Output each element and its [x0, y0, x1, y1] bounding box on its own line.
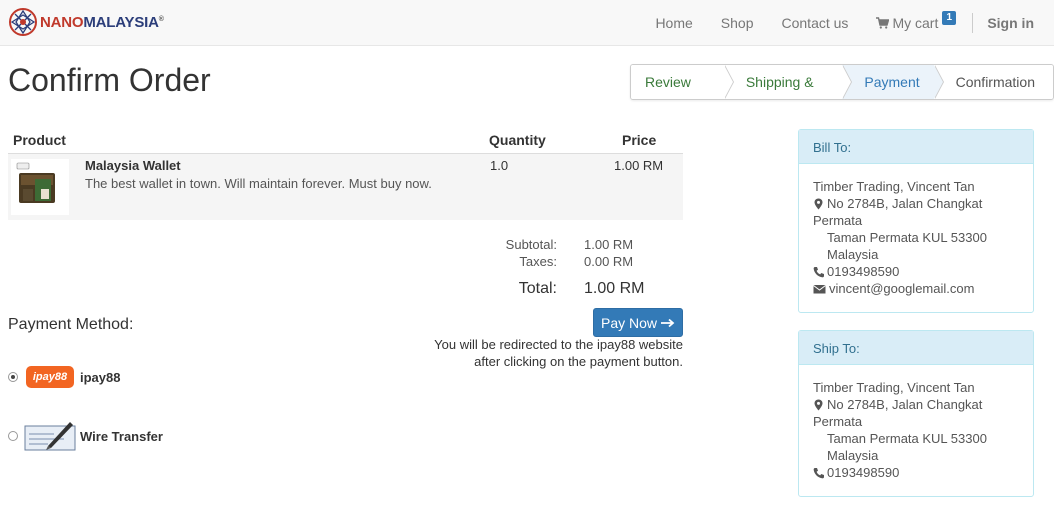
ship-to-country: Malaysia: [827, 448, 879, 463]
table-row: Malaysia Wallet The best wallet in town.…: [8, 154, 683, 220]
subtotal-row: Subtotal: 1.00 RM: [440, 237, 683, 254]
ipay88-logo: ipay88: [26, 366, 74, 388]
product-price: 1.00 RM: [614, 158, 664, 173]
brand-name-part2: MALAYSIA: [83, 13, 159, 31]
phone-icon: [813, 467, 824, 478]
product-quantity: 1.0: [490, 158, 509, 173]
payment-method-title: Payment Method:: [8, 316, 134, 333]
redirect-note: You will be redirected to the ipay88 web…: [420, 336, 683, 370]
total-label: Total:: [518, 280, 557, 297]
cart-label: My cart: [892, 15, 939, 31]
redirect-note-line1: You will be redirected to the ipay88 web…: [434, 337, 683, 352]
product-description: The best wallet in town. Will maintain f…: [85, 176, 432, 191]
step-payment[interactable]: Payment: [842, 65, 944, 99]
step-review-order[interactable]: Review Order: [631, 65, 734, 99]
ship-to-street2: Permata: [813, 414, 863, 429]
cart-count-badge: 1: [942, 11, 957, 25]
total-value: 1.00 RM: [584, 280, 645, 297]
nano-malaysia-logo-icon: [9, 8, 37, 36]
arrow-right-icon: [661, 318, 675, 327]
wire-transfer-radio[interactable]: [8, 431, 18, 441]
redirect-note-line2: after clicking on the payment button.: [474, 354, 683, 369]
product-name[interactable]: Malaysia Wallet: [85, 158, 181, 173]
ship-to-city: Taman Permata KUL 53300: [827, 431, 987, 446]
bill-to-phone: 0193498590: [827, 264, 900, 279]
ship-to-phone: 0193498590: [827, 465, 900, 480]
pay-now-label: Pay Now: [600, 314, 658, 331]
bill-to-phone-line: 0193498590: [813, 263, 1019, 280]
shopping-cart-icon: [876, 17, 890, 29]
bill-to-country: Malaysia: [827, 247, 879, 262]
payment-option-ipay88[interactable]: ipay88 ipay88: [8, 366, 120, 388]
nav-contact-link[interactable]: Contact us: [768, 15, 863, 31]
ipay88-radio[interactable]: [8, 372, 18, 382]
step-confirmation: Confirmation: [933, 65, 1053, 99]
brand-name: NANOMALAYSIA®: [40, 14, 164, 31]
product-thumbnail-image[interactable]: [11, 159, 69, 215]
step-shipping-billing[interactable]: Shipping & Billing: [723, 65, 852, 99]
ship-to-street-line: No 2784B, Jalan Changkat: [813, 396, 1019, 413]
brand-name-part1: NANO: [40, 13, 84, 31]
bill-to-email-line: vincent@googlemail.com: [813, 280, 1019, 297]
total-row: Total: 1.00 RM: [440, 280, 683, 310]
nav-links: Home Shop Contact us My cart 1 Sign in: [641, 0, 1054, 46]
ship-to-title: Ship To:: [799, 331, 1033, 365]
map-marker-icon: [814, 399, 823, 410]
bill-to-panel: Bill To: Timber Trading, Vincent Tan No …: [798, 129, 1034, 313]
nav-divider: [972, 13, 974, 33]
ship-to-name: Timber Trading, Vincent Tan: [813, 380, 975, 395]
map-marker-icon: [814, 198, 823, 209]
page-title: Confirm Order: [8, 62, 211, 98]
header-price: Price: [622, 132, 657, 148]
subtotal-label: Subtotal:: [505, 237, 557, 252]
nav-cart-link[interactable]: My cart 1: [862, 11, 970, 31]
taxes-value: 0.00 RM: [584, 254, 634, 269]
bill-to-body: Timber Trading, Vincent Tan No 2784B, Ja…: [799, 164, 1033, 309]
wire-transfer-cheque-icon: [24, 422, 76, 451]
nav-home-link[interactable]: Home: [641, 15, 706, 31]
envelope-icon: [813, 284, 826, 293]
checkout-steps: Review Order Shipping & Billing Payment …: [630, 64, 1054, 100]
taxes-label: Taxes:: [519, 254, 557, 269]
taxes-row: Taxes: 0.00 RM: [440, 254, 683, 271]
subtotal-value: 1.00 RM: [584, 237, 634, 252]
bill-to-email[interactable]: vincent@googlemail.com: [829, 280, 974, 297]
table-header: Product Quantity Price: [8, 128, 683, 154]
payment-option-wire-transfer[interactable]: Wire Transfer: [8, 418, 163, 454]
ship-to-panel: Ship To: Timber Trading, Vincent Tan No …: [798, 330, 1034, 497]
bill-to-title: Bill To:: [799, 130, 1033, 164]
navbar: NANOMALAYSIA® Home Shop Contact us My ca…: [0, 0, 1054, 46]
brand-logo[interactable]: NANOMALAYSIA®: [8, 7, 164, 37]
header-product: Product: [13, 132, 66, 148]
order-table: Product Quantity Price Malaysia Wallet T…: [8, 128, 683, 220]
bill-to-street2: Permata: [813, 213, 863, 228]
nav-shop-link[interactable]: Shop: [707, 15, 768, 31]
wire-transfer-label[interactable]: Wire Transfer: [80, 429, 163, 444]
bill-to-name: Timber Trading, Vincent Tan: [813, 179, 975, 194]
header-quantity: Quantity: [489, 132, 546, 148]
ship-to-street: No 2784B, Jalan Changkat: [827, 397, 983, 412]
ship-to-body: Timber Trading, Vincent Tan No 2784B, Ja…: [799, 365, 1033, 493]
bill-to-city: Taman Permata KUL 53300: [827, 230, 987, 245]
phone-icon: [813, 266, 824, 277]
bill-to-street: No 2784B, Jalan Changkat: [827, 196, 983, 211]
trademark-symbol: ®: [158, 15, 164, 23]
order-totals: Subtotal: 1.00 RM Taxes: 0.00 RM Total: …: [440, 237, 683, 310]
ship-to-phone-line: 0193498590: [813, 464, 1019, 481]
ipay88-label[interactable]: ipay88: [80, 370, 120, 385]
sign-in-link[interactable]: Sign in: [979, 15, 1054, 31]
bill-to-street-line: No 2784B, Jalan Changkat: [813, 195, 1019, 212]
pay-now-button[interactable]: Pay Now: [593, 308, 683, 337]
